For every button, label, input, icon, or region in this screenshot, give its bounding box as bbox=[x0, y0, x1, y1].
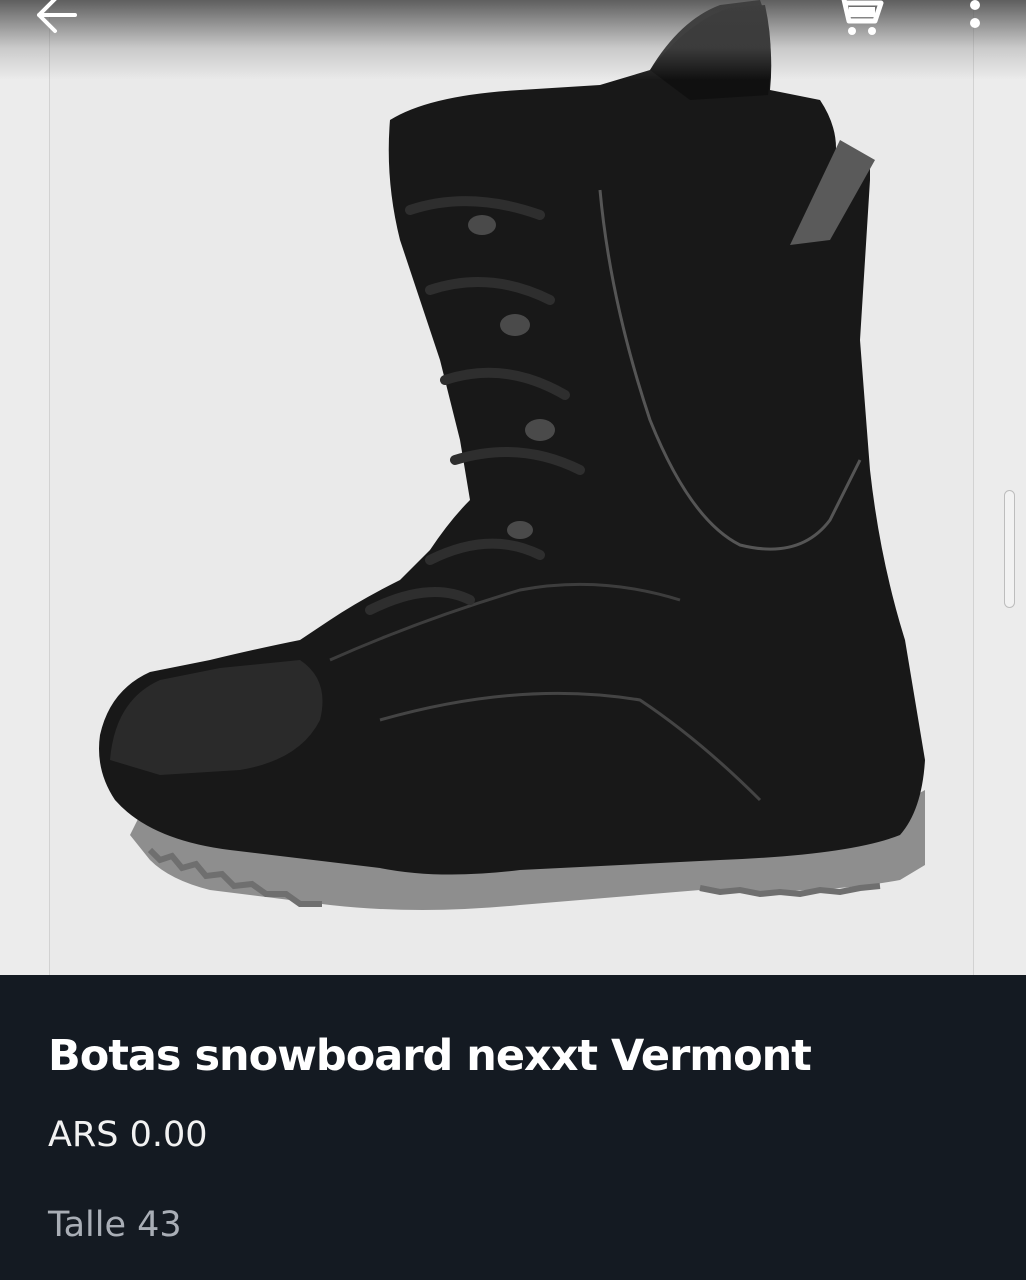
product-price: ARS 0.00 bbox=[48, 1115, 208, 1155]
product-image-area bbox=[0, 0, 1026, 975]
back-button[interactable] bbox=[28, 0, 84, 40]
product-size: Talle 43 bbox=[48, 1205, 182, 1245]
scrollbar[interactable] bbox=[1004, 490, 1015, 608]
product-details: Botas snowboard nexxt Vermont ARS 0.00 T… bbox=[0, 975, 1026, 1280]
cart-button[interactable] bbox=[826, 0, 890, 40]
more-options-button[interactable] bbox=[950, 0, 1000, 42]
more-vertical-icon bbox=[970, 0, 980, 28]
product-image[interactable] bbox=[0, 0, 1026, 975]
product-title: Botas snowboard nexxt Vermont bbox=[48, 1031, 812, 1081]
arrow-left-icon bbox=[37, 0, 77, 33]
shopping-cart-icon bbox=[841, 0, 884, 35]
